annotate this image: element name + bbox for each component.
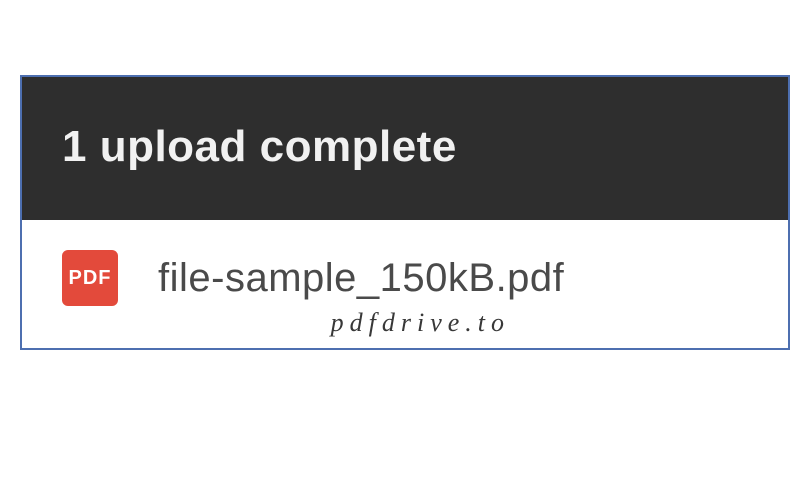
upload-file-row[interactable]: PDF file-sample_150kB.pdf pdfdrive.to	[22, 220, 788, 348]
upload-header-title: 1 upload complete	[62, 122, 457, 172]
pdf-icon-label: PDF	[69, 267, 112, 290]
pdf-file-icon: PDF	[62, 250, 118, 306]
upload-file-name: file-sample_150kB.pdf	[158, 256, 564, 301]
watermark-text: pdfdrive.to	[331, 308, 510, 338]
upload-widget: 1 upload complete PDF file-sample_150kB.…	[20, 75, 790, 350]
upload-header: 1 upload complete	[22, 77, 788, 220]
